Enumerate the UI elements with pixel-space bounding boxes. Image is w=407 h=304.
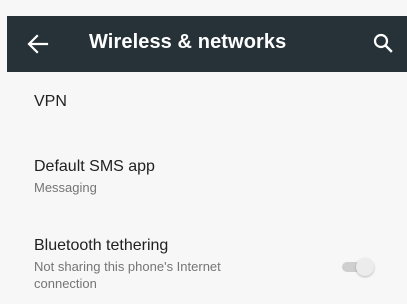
search-icon[interactable] xyxy=(372,32,394,54)
setting-summary: Not sharing this phone's Internet connec… xyxy=(34,259,221,291)
toggle-thumb xyxy=(356,258,374,276)
bluetooth-tethering-toggle[interactable] xyxy=(340,258,376,276)
setting-title: VPN xyxy=(34,93,67,110)
page-title: Wireless & networks xyxy=(89,31,287,53)
setting-vpn[interactable]: VPN xyxy=(34,92,391,116)
app-bar: Wireless & networks xyxy=(7,16,407,72)
setting-summary: Messaging xyxy=(34,180,97,195)
setting-title: Default SMS app xyxy=(34,158,155,175)
arrow-back-icon[interactable] xyxy=(27,34,49,54)
setting-title: Bluetooth tethering xyxy=(34,237,169,254)
setting-default-sms-app[interactable]: Default SMS app Messaging xyxy=(34,157,391,201)
setting-bluetooth-tethering[interactable]: Bluetooth tethering Not sharing this pho… xyxy=(34,236,391,300)
